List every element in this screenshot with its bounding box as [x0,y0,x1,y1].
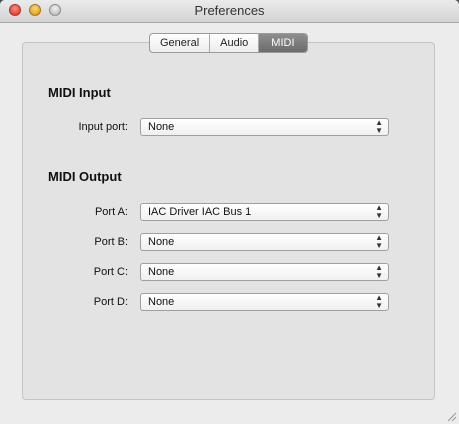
port-a-label: Port A: [94,206,128,218]
port-d-value: None [148,296,175,308]
popup-arrows-icon: ▲ ▼ [375,233,383,250]
port-a-value: IAC Driver IAC Bus 1 [148,206,252,218]
popup-arrows-icon: ▲ ▼ [375,263,383,280]
port-c-value: None [148,266,175,278]
tab-midi[interactable]: MIDI [259,34,307,52]
port-b-select[interactable]: None ▲ ▼ [140,233,389,251]
title-bar[interactable]: Preferences [0,0,459,23]
midi-output-heading: MIDI Output [48,169,122,184]
port-d-select[interactable]: None ▲ ▼ [140,293,389,311]
input-port-select[interactable]: None ▲ ▼ [140,118,389,136]
window-title: Preferences [194,3,265,18]
popup-arrows-icon: ▲ ▼ [375,203,383,220]
tab-bar: General Audio MIDI [149,33,308,53]
port-c-label: Port C: [93,266,128,278]
port-d-label: Port D: [93,296,128,308]
popup-arrows-icon: ▲ ▼ [375,293,383,310]
popup-arrows-icon: ▲ ▼ [375,118,383,135]
port-b-label: Port B: [94,236,128,248]
resize-grip-icon[interactable] [445,410,457,422]
tab-general[interactable]: General [150,34,211,52]
tab-audio[interactable]: Audio [210,34,260,52]
port-b-value: None [148,236,175,248]
preferences-window: Preferences General Audio MIDI MIDI Inpu… [0,0,459,424]
input-port-value: None [148,121,175,133]
midi-input-heading: MIDI Input [48,85,111,100]
port-a-select[interactable]: IAC Driver IAC Bus 1 ▲ ▼ [140,203,389,221]
port-c-select[interactable]: None ▲ ▼ [140,263,389,281]
input-port-label: Input port: [78,121,128,133]
